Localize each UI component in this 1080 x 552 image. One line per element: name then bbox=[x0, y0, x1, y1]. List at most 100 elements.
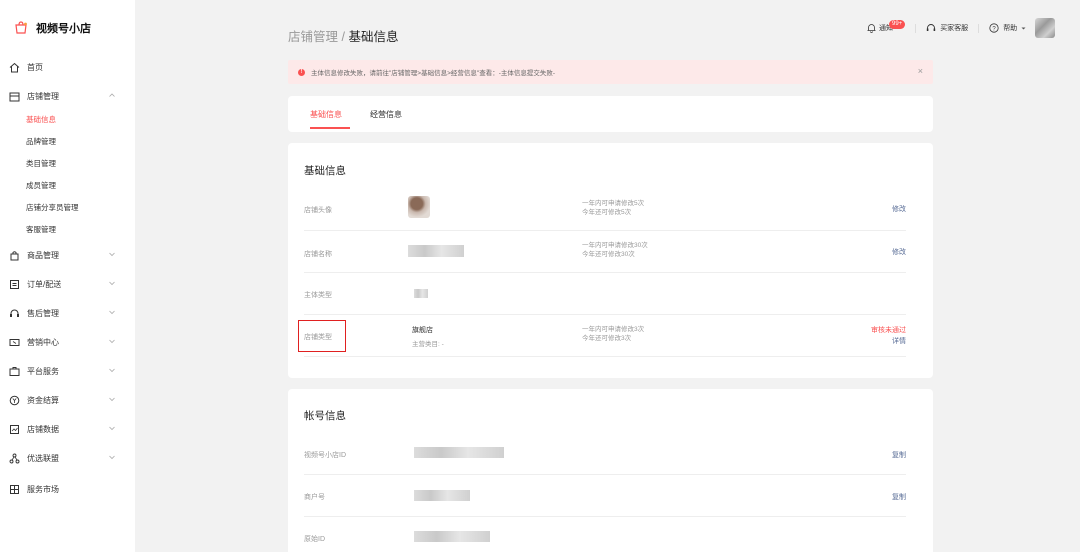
breadcrumb-separator: / bbox=[338, 30, 349, 44]
help-icon: ? bbox=[989, 23, 999, 33]
sidebar-item-home[interactable]: 首页 bbox=[0, 56, 135, 78]
sidebar-item-label: 平台服务 bbox=[27, 366, 59, 376]
sidebar-item-label: 商品管理 bbox=[27, 250, 59, 260]
buyer-service-button[interactable]: 买家客服 bbox=[926, 23, 968, 33]
table-row: 店铺类型 旗舰店 主营类目: - 一年内可申请修改3次 今年还可修改3次 审核未通… bbox=[304, 315, 906, 357]
sidebar-item-label: 店铺管理 bbox=[27, 91, 59, 101]
row-label: 主体类型 bbox=[304, 292, 332, 299]
headset-icon bbox=[926, 24, 936, 31]
original-id-value bbox=[414, 531, 490, 542]
network-icon bbox=[9, 453, 20, 463]
app-name: 视频号小店 bbox=[36, 23, 91, 35]
close-icon[interactable]: × bbox=[918, 67, 923, 76]
bag-icon bbox=[10, 250, 19, 260]
divider bbox=[915, 23, 917, 33]
app-logo[interactable]: 视频号小店 bbox=[14, 20, 91, 36]
account-info-card: 帐号信息 视频号小店ID 复制 商户号 复制 原始ID bbox=[288, 389, 933, 552]
sidebar-item-label: 首页 bbox=[27, 62, 43, 72]
caret-down-icon bbox=[1021, 27, 1026, 29]
chevron-down-icon bbox=[109, 339, 115, 344]
sidebar-item-label: 营销中心 bbox=[27, 337, 59, 347]
shop-id-value bbox=[414, 447, 504, 458]
chevron-down-icon bbox=[109, 281, 115, 286]
tab-business-info[interactable]: 经营信息 bbox=[370, 109, 402, 120]
sidebar-subitem-basic-info[interactable]: 基础信息 bbox=[26, 113, 56, 127]
table-row: 商户号 复制 bbox=[304, 475, 906, 517]
row-label: 视频号小店ID bbox=[304, 452, 346, 459]
entity-type-value bbox=[414, 289, 428, 298]
chevron-up-icon bbox=[109, 93, 115, 97]
sidebar-item-alliance[interactable]: 优选联盟 bbox=[0, 447, 135, 469]
section-title: 帐号信息 bbox=[304, 410, 346, 422]
active-tab-indicator bbox=[310, 127, 350, 129]
chevron-down-icon bbox=[109, 426, 115, 431]
row-note: 一年内可申请修改3次 今年还可修改3次 bbox=[582, 326, 645, 342]
sidebar-subitem-members[interactable]: 成员管理 bbox=[26, 179, 56, 193]
row-label: 店铺头像 bbox=[304, 207, 332, 214]
sidebar-item-marketing[interactable]: 营销中心 bbox=[0, 331, 135, 353]
basic-info-card: 基础信息 店铺头像 一年内可申请修改5次 今年还可修改5次 修改 店铺名称 一年内… bbox=[288, 143, 933, 378]
tabs-card: 基础信息 经营信息 bbox=[288, 96, 933, 132]
shop-avatar bbox=[408, 196, 430, 218]
home-icon bbox=[9, 62, 20, 72]
edit-avatar-link[interactable]: 修改 bbox=[892, 204, 906, 214]
grid-icon bbox=[10, 484, 19, 494]
tab-basic-info[interactable]: 基础信息 bbox=[310, 109, 342, 120]
service-label: 买家客服 bbox=[940, 25, 969, 32]
sidebar-item-label: 订单/配送 bbox=[27, 279, 62, 289]
copy-shop-id-link[interactable]: 复制 bbox=[892, 450, 906, 460]
order-icon bbox=[10, 279, 19, 289]
sidebar-item-settlement[interactable]: 资金结算 bbox=[0, 389, 135, 411]
breadcrumb: 店铺管理 / 基础信息 bbox=[288, 26, 398, 45]
sidebar-subitem-customer-service[interactable]: 客服管理 bbox=[26, 223, 56, 237]
sidebar-item-service-market[interactable]: 服务市场 bbox=[0, 478, 135, 500]
chevron-down-icon bbox=[109, 397, 115, 402]
row-label: 原始ID bbox=[304, 536, 325, 543]
chevron-down-icon bbox=[109, 368, 115, 373]
notify-badge: 99+ bbox=[889, 19, 906, 29]
sidebar-item-label: 店铺数据 bbox=[27, 424, 59, 434]
sidebar-item-label: 售后管理 bbox=[27, 308, 59, 318]
chevron-down-icon bbox=[109, 310, 115, 315]
divider bbox=[978, 23, 980, 33]
breadcrumb-current: 基础信息 bbox=[348, 30, 399, 44]
row-note: 一年内可申请修改30次 今年还可修改30次 bbox=[582, 242, 648, 258]
bell-icon bbox=[867, 24, 876, 33]
shop-type-value: 旗舰店 bbox=[412, 327, 433, 334]
review-status: 审核未通过 bbox=[871, 327, 906, 334]
merchant-id-value bbox=[414, 490, 470, 501]
main-category-value: 主营类目: - bbox=[412, 341, 444, 348]
highlight-box bbox=[298, 320, 346, 352]
edit-name-link[interactable]: 修改 bbox=[892, 247, 906, 257]
breadcrumb-parent[interactable]: 店铺管理 bbox=[288, 30, 338, 44]
briefcase-icon bbox=[9, 366, 20, 376]
sidebar-subitem-sharers[interactable]: 店铺分享员管理 bbox=[26, 201, 79, 215]
top-toolbar: 通知 99+ 买家客服 ? 帮助 bbox=[867, 17, 1056, 39]
sidebar-subitem-brand[interactable]: 品牌管理 bbox=[26, 135, 56, 149]
help-label: 帮助 bbox=[1003, 25, 1018, 32]
sidebar-item-orders[interactable]: 订单/配送 bbox=[0, 273, 135, 295]
row-note: 一年内可申请修改5次 今年还可修改5次 bbox=[582, 200, 645, 216]
help-menu[interactable]: ? 帮助 bbox=[989, 23, 1027, 33]
shop-logo-icon bbox=[15, 21, 27, 34]
table-row: 店铺头像 一年内可申请修改5次 今年还可修改5次 修改 bbox=[304, 185, 906, 231]
chart-icon bbox=[10, 424, 19, 434]
sidebar-item-products[interactable]: 商品管理 bbox=[0, 244, 135, 266]
table-row: 主体类型 bbox=[304, 273, 906, 315]
user-avatar[interactable] bbox=[1035, 18, 1056, 38]
sidebar-subitem-category[interactable]: 类目管理 bbox=[26, 157, 56, 171]
shop-icon bbox=[9, 92, 20, 101]
shop-name-value bbox=[408, 245, 464, 257]
sidebar-item-platform-services[interactable]: 平台服务 bbox=[0, 360, 135, 382]
table-row: 视频号小店ID 复制 bbox=[304, 433, 906, 475]
sidebar-item-after-sales[interactable]: 售后管理 bbox=[0, 302, 135, 324]
section-title: 基础信息 bbox=[304, 165, 346, 177]
copy-merchant-id-link[interactable]: 复制 bbox=[892, 492, 906, 502]
details-link[interactable]: 详情 bbox=[892, 336, 906, 346]
alert-message: 主体信息修改失败，请前往"店铺管理>基础信息>经营信息"查看：-主体信息提交失败… bbox=[311, 70, 556, 77]
sidebar-item-shop[interactable]: 店铺管理 bbox=[0, 85, 135, 107]
sidebar-item-label: 资金结算 bbox=[27, 395, 59, 405]
headset-icon bbox=[10, 309, 19, 317]
sidebar-item-shop-data[interactable]: 店铺数据 bbox=[0, 418, 135, 440]
notification-button[interactable]: 通知 99+ bbox=[867, 19, 906, 33]
